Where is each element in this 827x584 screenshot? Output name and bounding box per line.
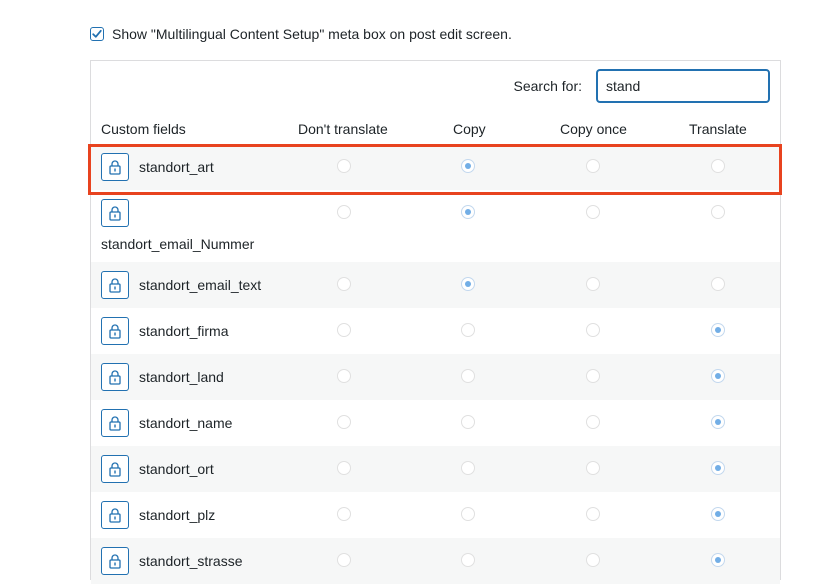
radio-copy-once[interactable] [586, 461, 600, 475]
column-header-dont-translate: Don't translate [298, 121, 388, 137]
field-name: standort_plz [139, 507, 216, 523]
lock-button[interactable] [101, 271, 129, 299]
meta-box-checkbox[interactable] [90, 27, 104, 41]
radio-copy-once[interactable] [586, 369, 600, 383]
radio-copy-once[interactable] [586, 323, 600, 337]
table-row: standort_art [91, 144, 780, 190]
table-row: standort_name [91, 400, 780, 446]
column-header-custom-fields: Custom fields [101, 121, 186, 137]
radio-don-t-translate[interactable] [337, 159, 351, 173]
radio-copy[interactable] [461, 323, 475, 337]
radio-copy[interactable] [461, 507, 475, 521]
search-label: Search for: [513, 78, 582, 94]
meta-box-label: Show "Multilingual Content Setup" meta b… [112, 26, 512, 42]
radio-copy-once[interactable] [586, 277, 600, 291]
radio-copy[interactable] [461, 461, 475, 475]
radio-don-t-translate[interactable] [337, 323, 351, 337]
lock-icon [109, 206, 121, 221]
radio-copy[interactable] [461, 369, 475, 383]
radio-translate[interactable] [711, 369, 725, 383]
radio-translate[interactable] [711, 461, 725, 475]
table-row: standort_ort [91, 446, 780, 492]
radio-translate[interactable] [711, 205, 725, 219]
radio-don-t-translate[interactable] [337, 553, 351, 567]
lock-button[interactable] [101, 317, 129, 345]
search-input[interactable] [596, 69, 770, 103]
lock-button[interactable] [101, 199, 129, 227]
column-header-copy-once: Copy once [560, 121, 627, 137]
field-name: standort_land [139, 369, 224, 385]
radio-copy[interactable] [461, 415, 475, 429]
lock-icon [109, 462, 121, 477]
radio-don-t-translate[interactable] [337, 415, 351, 429]
radio-translate[interactable] [711, 507, 725, 521]
lock-button[interactable] [101, 153, 129, 181]
radio-translate[interactable] [711, 159, 725, 173]
lock-button[interactable] [101, 363, 129, 391]
lock-button[interactable] [101, 409, 129, 437]
lock-icon [109, 416, 121, 431]
field-name: standort_email_Nummer [101, 236, 255, 252]
table-row: standort_plz [91, 492, 780, 538]
radio-translate[interactable] [711, 277, 725, 291]
lock-icon [109, 324, 121, 339]
field-name: standort_ort [139, 461, 214, 477]
radio-translate[interactable] [711, 323, 725, 337]
field-name: standort_name [139, 415, 233, 431]
table-row: standort_firma [91, 308, 780, 354]
radio-translate[interactable] [711, 553, 725, 567]
lock-icon [109, 278, 121, 293]
table-row: standort_land [91, 354, 780, 400]
field-name: standort_firma [139, 323, 229, 339]
radio-don-t-translate[interactable] [337, 205, 351, 219]
field-name: standort_art [139, 159, 214, 175]
radio-copy-once[interactable] [586, 415, 600, 429]
table-row: standort_strasse [91, 538, 780, 584]
meta-box-option: Show "Multilingual Content Setup" meta b… [90, 26, 512, 42]
column-header-translate: Translate [689, 121, 747, 137]
search-box: Search for: [514, 69, 770, 103]
radio-don-t-translate[interactable] [337, 507, 351, 521]
checkmark-icon [92, 29, 102, 38]
lock-button[interactable] [101, 455, 129, 483]
radio-copy[interactable] [461, 159, 475, 173]
radio-translate[interactable] [711, 415, 725, 429]
radio-copy-once[interactable] [586, 159, 600, 173]
radio-don-t-translate[interactable] [337, 277, 351, 291]
custom-fields-panel: Search for: Custom fields Don't translat… [90, 60, 781, 584]
field-name: standort_strasse [139, 553, 243, 569]
lock-icon [109, 160, 121, 175]
lock-icon [109, 370, 121, 385]
radio-copy-once[interactable] [586, 507, 600, 521]
radio-copy-once[interactable] [586, 553, 600, 567]
lock-icon [109, 554, 121, 569]
radio-don-t-translate[interactable] [337, 461, 351, 475]
radio-copy[interactable] [461, 205, 475, 219]
field-name: standort_email_text [139, 277, 262, 293]
lock-button[interactable] [101, 547, 129, 575]
radio-copy-once[interactable] [586, 205, 600, 219]
radio-copy[interactable] [461, 553, 475, 567]
radio-don-t-translate[interactable] [337, 369, 351, 383]
table-row: standort_email_Nummer [91, 190, 780, 262]
lock-icon [109, 508, 121, 523]
radio-copy[interactable] [461, 277, 475, 291]
column-header-copy: Copy [453, 121, 486, 137]
lock-button[interactable] [101, 501, 129, 529]
table-row: standort_email_text [91, 262, 780, 308]
